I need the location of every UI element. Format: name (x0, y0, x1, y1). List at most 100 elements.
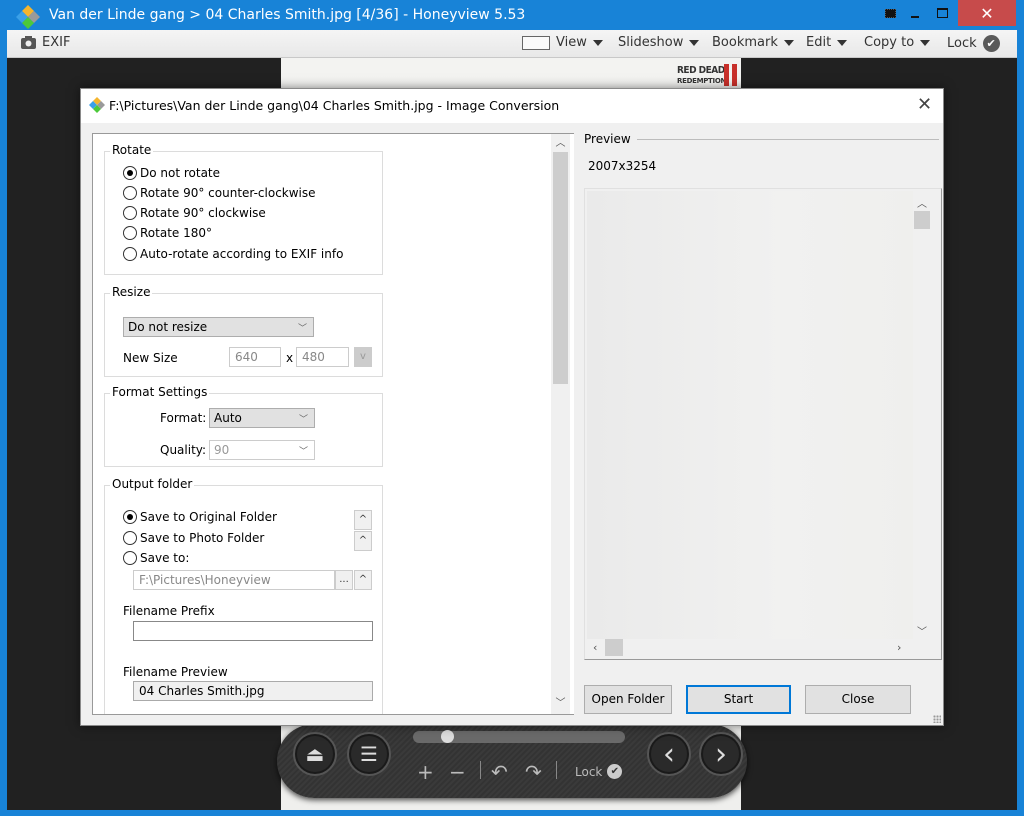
rotate-option-cw[interactable]: Rotate 90° clockwise (123, 206, 266, 220)
lock-toggle-bar[interactable]: Lock ✔ (575, 764, 623, 779)
divider (637, 139, 939, 140)
format-legend: Format Settings (110, 385, 210, 399)
option-label: Save to Original Folder (140, 510, 277, 524)
filename-prefix-input[interactable] (133, 621, 373, 641)
start-button[interactable]: Start (686, 685, 791, 714)
edit-menu[interactable]: Edit (806, 35, 848, 50)
save-to-option[interactable]: Save to: (123, 551, 189, 565)
quality-label: Quality: (160, 443, 207, 457)
radio-button[interactable] (123, 166, 137, 180)
maximize-button[interactable] (930, 0, 954, 26)
exif-button[interactable]: EXIF (21, 35, 70, 50)
scroll-up-icon[interactable]: ︿ (913, 195, 931, 210)
resize-mode-value: Do not resize (128, 320, 208, 334)
scrollbar-thumb[interactable] (605, 639, 623, 656)
expand-save-to-button[interactable]: ^ (354, 570, 372, 590)
resize-mode-select[interactable]: Do not resize ﹀ (123, 317, 314, 337)
radio-button[interactable] (123, 206, 137, 220)
quality-select[interactable]: 90 ﹀ (209, 440, 315, 460)
rotate-option-ccw[interactable]: Rotate 90° counter-clockwise (123, 186, 316, 200)
scrollbar-thumb[interactable] (914, 211, 930, 229)
copy-to-label: Copy to (864, 35, 915, 50)
rotate-group: Rotate Do not rotate Rotate 90° counter-… (104, 143, 383, 275)
scroll-left-icon[interactable]: ‹ (593, 641, 597, 654)
chevron-down-icon (689, 39, 700, 46)
next-image-button[interactable]: › (699, 732, 743, 776)
close-button[interactable]: Close (805, 685, 911, 714)
rotate-left-icon[interactable]: ↶ (491, 760, 508, 784)
format-settings-group: Format Settings Format: Auto ﹀ Quality: … (104, 385, 383, 467)
scrollbar-thumb[interactable] (553, 152, 568, 384)
rdr2-logo: RED DEAD REDEMPTION (677, 64, 741, 90)
radio-button[interactable] (123, 226, 137, 240)
new-size-label: New Size (123, 351, 178, 365)
format-label: Format: (160, 411, 207, 425)
save-photo-folder-option[interactable]: Save to Photo Folder (123, 531, 264, 545)
open-folder-button[interactable]: Open Folder (584, 685, 672, 714)
fit-screen-icon (522, 35, 550, 50)
radio-button[interactable] (123, 551, 137, 565)
preview-vertical-scrollbar[interactable]: ︿ ﹀ (913, 191, 931, 639)
previous-image-button[interactable]: ‹ (647, 732, 691, 776)
scroll-down-icon[interactable]: ﹀ (913, 623, 931, 638)
browse-button[interactable]: ... (335, 570, 353, 590)
menu-button[interactable]: ☰ (347, 732, 391, 776)
lock-toggle[interactable]: Lock ✔ (947, 35, 1000, 52)
radio-button[interactable] (123, 531, 137, 545)
output-folder-group: Output folder Save to Original Folder Sa… (104, 477, 383, 714)
scroll-up-icon[interactable]: ︿ (551, 136, 570, 152)
title-bar: Van der Linde gang > 04 Charles Smith.jp… (0, 0, 1024, 30)
resize-grip-icon[interactable] (933, 715, 941, 723)
rotate-option-none[interactable]: Do not rotate (123, 166, 220, 180)
copy-to-menu[interactable]: Copy to (864, 35, 931, 50)
filename-prefix-label: Filename Prefix (123, 604, 215, 618)
size-preset-button[interactable]: v (354, 347, 372, 367)
slideshow-menu[interactable]: Slideshow (618, 35, 700, 50)
minimize-button[interactable] (905, 0, 925, 26)
times-label: x (286, 351, 294, 365)
checkmark-icon: ✔ (982, 35, 1000, 52)
settings-scroll-area: Rotate Do not rotate Rotate 90° counter-… (93, 134, 551, 714)
window-close-button[interactable]: ✕ (958, 0, 1016, 26)
bookmark-label: Bookmark (712, 35, 778, 50)
settings-scrollbar[interactable]: ︿ ﹀ (551, 134, 570, 714)
fullscreen-button[interactable] (880, 0, 900, 26)
dialog-close-icon[interactable]: ✕ (917, 94, 932, 115)
chevron-down-icon (783, 39, 794, 46)
expand-photo-folder-button[interactable]: ^ (354, 531, 372, 551)
height-input[interactable]: 480 (296, 347, 349, 367)
camera-icon (21, 36, 36, 49)
exif-label: EXIF (42, 35, 71, 50)
preview-horizontal-scrollbar[interactable]: ‹ › (587, 639, 913, 657)
radio-button[interactable] (123, 186, 137, 200)
slider-knob[interactable] (441, 730, 454, 743)
scroll-right-icon[interactable]: › (897, 641, 901, 654)
logo-text-line1: RED DEAD (677, 65, 725, 76)
format-select[interactable]: Auto ﹀ (209, 408, 315, 428)
position-slider[interactable] (413, 730, 625, 743)
bookmark-menu[interactable]: Bookmark (712, 35, 794, 50)
preview-image[interactable] (587, 191, 913, 639)
zoom-in-icon[interactable]: + (417, 760, 434, 784)
view-menu[interactable]: View (522, 35, 603, 50)
save-to-path-input[interactable]: F:\Pictures\Honeyview (133, 570, 335, 590)
width-input[interactable]: 640 (229, 347, 281, 367)
eject-button[interactable]: ⏏ (293, 732, 337, 776)
chevron-left-icon: ‹ (663, 736, 675, 772)
filename-preview-field: 04 Charles Smith.jpg (133, 681, 373, 701)
chevron-down-icon (920, 39, 931, 46)
rotate-option-180[interactable]: Rotate 180° (123, 226, 212, 240)
save-original-option[interactable]: Save to Original Folder (123, 510, 277, 524)
option-label: Rotate 90° clockwise (140, 206, 266, 220)
floating-control-bar: ⏏ ☰ + − ↶ ↷ Lock ✔ ‹ › (277, 724, 747, 798)
chevron-down-icon: ﹀ (297, 324, 307, 334)
expand-original-button[interactable]: ^ (354, 510, 372, 530)
fullscreen-icon (884, 8, 896, 18)
radio-button[interactable] (123, 510, 137, 524)
zoom-out-icon[interactable]: − (449, 760, 466, 784)
rotate-right-icon[interactable]: ↷ (525, 760, 542, 784)
scroll-down-icon[interactable]: ﹀ (551, 696, 570, 712)
radio-button[interactable] (123, 247, 137, 261)
minimize-icon (911, 16, 919, 18)
rotate-option-exif[interactable]: Auto-rotate according to EXIF info (123, 247, 343, 261)
